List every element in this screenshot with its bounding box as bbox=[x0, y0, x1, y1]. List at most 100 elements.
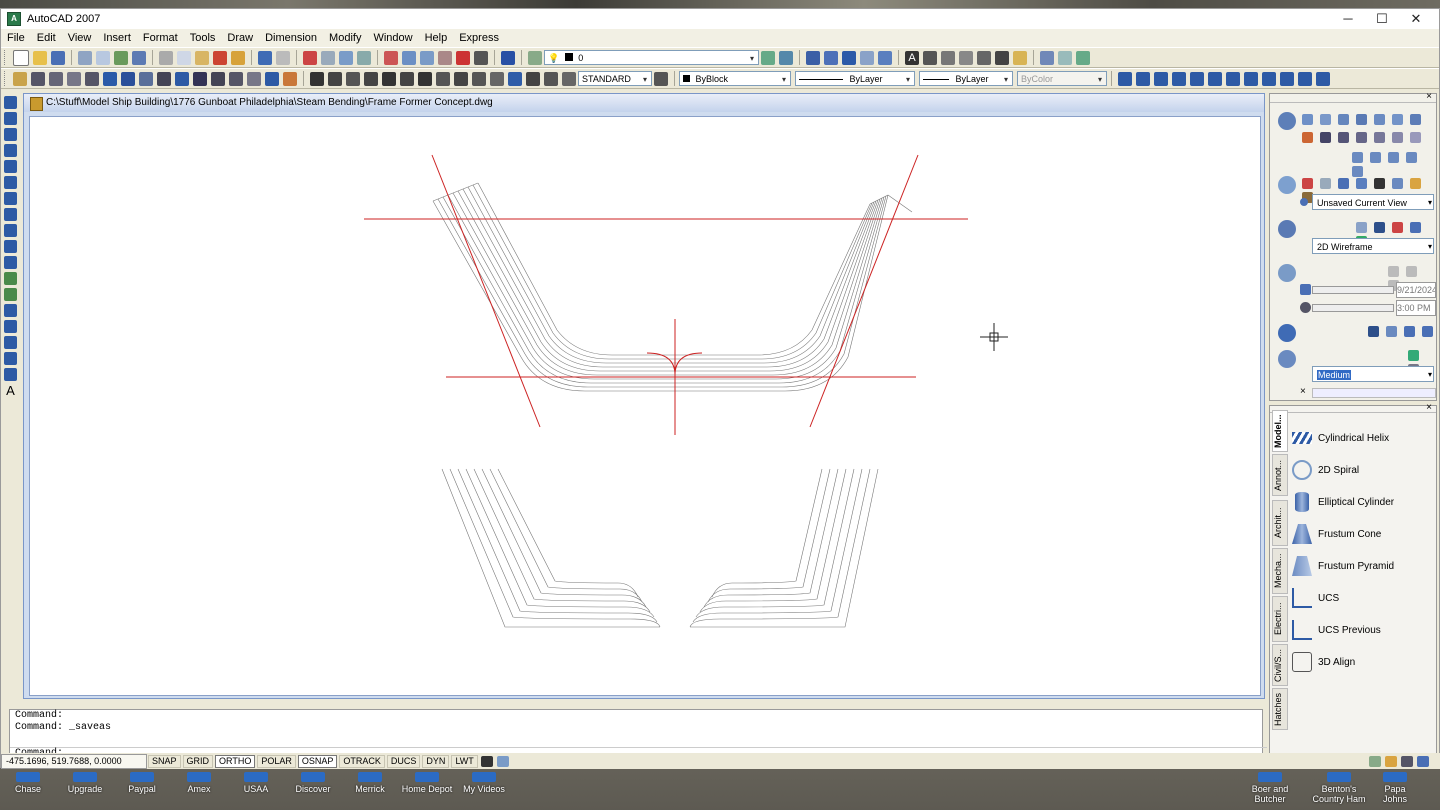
quick-dimension-icon[interactable] bbox=[454, 71, 468, 86]
tool-frustum-pyramid[interactable]: Frustum Pyramid bbox=[1292, 552, 1394, 580]
text-icon[interactable]: A bbox=[905, 50, 919, 65]
jogged-icon[interactable] bbox=[400, 71, 414, 86]
tool-ucs-previous[interactable]: UCS Previous bbox=[1292, 616, 1381, 644]
menu-window[interactable]: Window bbox=[367, 32, 418, 44]
osnap-toggle[interactable]: OSNAP bbox=[297, 754, 338, 768]
tab-civil-structural[interactable]: Civil/S... bbox=[1272, 644, 1288, 686]
intersect-icon[interactable] bbox=[1388, 152, 1400, 163]
sheet-set-icon[interactable] bbox=[438, 50, 452, 65]
help-icon[interactable] bbox=[501, 50, 515, 65]
layer-manager-icon[interactable] bbox=[528, 50, 542, 65]
right-view-icon[interactable] bbox=[878, 50, 892, 65]
swivel-icon[interactable] bbox=[1356, 178, 1368, 189]
torus-icon[interactable] bbox=[1392, 114, 1404, 125]
grid-toggle[interactable]: GRID bbox=[182, 754, 214, 768]
z-axis-ucs-icon[interactable] bbox=[1244, 71, 1258, 86]
date-slider[interactable] bbox=[1312, 286, 1394, 294]
coordinate-display[interactable]: -475.1696, 519.7688, 0.0000 bbox=[1, 753, 147, 769]
move-icon[interactable] bbox=[103, 71, 117, 86]
explode-icon[interactable] bbox=[283, 71, 297, 86]
sun-icon[interactable] bbox=[1388, 266, 1399, 277]
make-block-icon[interactable] bbox=[4, 288, 17, 301]
trayicon-settings-icon[interactable] bbox=[1401, 755, 1413, 767]
time-slider[interactable] bbox=[1312, 304, 1394, 312]
menu-modify[interactable]: Modify bbox=[323, 32, 367, 44]
shortcut-my-videos[interactable]: My Videos bbox=[449, 772, 519, 794]
construction-line-icon[interactable] bbox=[4, 112, 17, 125]
trim-icon[interactable] bbox=[175, 71, 189, 86]
shortcut-boer-and-butcher[interactable]: Boer and Butcher bbox=[1247, 772, 1293, 804]
material-map-icon[interactable] bbox=[1368, 326, 1379, 337]
menu-format[interactable]: Format bbox=[137, 32, 184, 44]
minimize-button[interactable]: ─ bbox=[1331, 9, 1365, 29]
polyline-icon[interactable] bbox=[4, 128, 17, 141]
arc-length-icon[interactable] bbox=[346, 71, 360, 86]
point-icon[interactable] bbox=[4, 304, 17, 317]
baseline-icon[interactable] bbox=[472, 71, 486, 86]
top-view-icon[interactable] bbox=[824, 50, 838, 65]
color-dropdown[interactable]: ByBlock ▾ bbox=[679, 71, 791, 86]
table-icon[interactable] bbox=[4, 368, 17, 381]
ucs-previous-icon[interactable] bbox=[1154, 71, 1168, 86]
lwt-toggle[interactable]: LWT bbox=[451, 754, 478, 768]
continue-icon[interactable] bbox=[490, 71, 504, 86]
mtext-icon[interactable] bbox=[923, 50, 937, 65]
pan-icon[interactable] bbox=[303, 50, 317, 65]
orbit-icon[interactable] bbox=[1338, 178, 1350, 189]
scale-icon[interactable] bbox=[139, 71, 153, 86]
thicken-icon[interactable] bbox=[1410, 132, 1422, 143]
object-ucs-icon[interactable] bbox=[1190, 71, 1204, 86]
ordinate-icon[interactable] bbox=[364, 71, 378, 86]
view-toolbar-icon[interactable] bbox=[806, 50, 820, 65]
fillet-icon[interactable] bbox=[265, 71, 279, 86]
tab-modeling[interactable]: Model... bbox=[1272, 410, 1288, 452]
lineweight-dropdown[interactable]: ByLayer ▾ bbox=[919, 71, 1013, 86]
match-properties-icon[interactable] bbox=[213, 50, 227, 65]
tab-architectural[interactable]: Archit... bbox=[1272, 500, 1288, 546]
polar-toggle[interactable]: POLAR bbox=[257, 754, 296, 768]
interfere-icon[interactable] bbox=[1406, 152, 1418, 163]
sweep-icon[interactable] bbox=[1338, 132, 1350, 143]
bottom-view-icon[interactable] bbox=[842, 50, 856, 65]
walk-icon[interactable] bbox=[1076, 50, 1090, 65]
open-icon[interactable] bbox=[33, 50, 47, 65]
save-icon[interactable] bbox=[51, 50, 65, 65]
box-icon[interactable] bbox=[1302, 114, 1313, 125]
pyramid-icon[interactable] bbox=[1410, 114, 1422, 125]
tolerance-icon[interactable] bbox=[508, 71, 522, 86]
close-button[interactable]: ✕ bbox=[1399, 9, 1433, 29]
extrude-icon[interactable] bbox=[1302, 132, 1313, 143]
stretch-icon[interactable] bbox=[157, 71, 171, 86]
face-ucs-icon[interactable] bbox=[1172, 71, 1186, 86]
tool-2d-spiral[interactable]: 2D Spiral bbox=[1292, 456, 1359, 484]
menu-insert[interactable]: Insert bbox=[97, 32, 137, 44]
menu-file[interactable]: File bbox=[1, 32, 31, 44]
dyn-toggle[interactable]: DYN bbox=[422, 754, 450, 768]
section-plane-icon[interactable] bbox=[1352, 166, 1363, 177]
maximize-button[interactable]: ☐ bbox=[1365, 9, 1399, 29]
tab-hatches[interactable]: Hatches bbox=[1272, 688, 1288, 730]
offset-icon[interactable] bbox=[67, 71, 81, 86]
view-ucs-icon[interactable] bbox=[1208, 71, 1222, 86]
paste-icon[interactable] bbox=[195, 50, 209, 65]
snap-toggle[interactable]: SNAP bbox=[148, 754, 181, 768]
dimension-edit-icon[interactable] bbox=[544, 71, 558, 86]
plot-preview-icon[interactable] bbox=[96, 50, 110, 65]
sphere-icon[interactable] bbox=[1356, 114, 1368, 125]
circle-icon[interactable] bbox=[4, 192, 17, 205]
ucs-icon[interactable] bbox=[1118, 71, 1132, 86]
tool-palettes-icon[interactable] bbox=[420, 50, 434, 65]
render-region-icon[interactable] bbox=[1408, 350, 1419, 361]
ducs-toggle[interactable]: DUCS bbox=[386, 754, 421, 768]
perspective-icon[interactable] bbox=[1410, 178, 1422, 189]
tab-mechanical[interactable]: Mecha... bbox=[1272, 548, 1288, 594]
layer-dropdown[interactable]: 💡 0 ▾ bbox=[544, 50, 759, 65]
dimension-style-dropdown[interactable]: STANDARD ▾ bbox=[578, 71, 652, 86]
aligned-dimension-icon[interactable] bbox=[328, 71, 342, 86]
scale-text-icon[interactable] bbox=[977, 50, 991, 65]
publish-icon[interactable] bbox=[114, 50, 128, 65]
union-icon[interactable] bbox=[1352, 152, 1363, 163]
dimension-text-edit-icon[interactable] bbox=[562, 71, 576, 86]
center-mark-icon[interactable] bbox=[526, 71, 540, 86]
gradient-icon[interactable] bbox=[4, 336, 17, 349]
